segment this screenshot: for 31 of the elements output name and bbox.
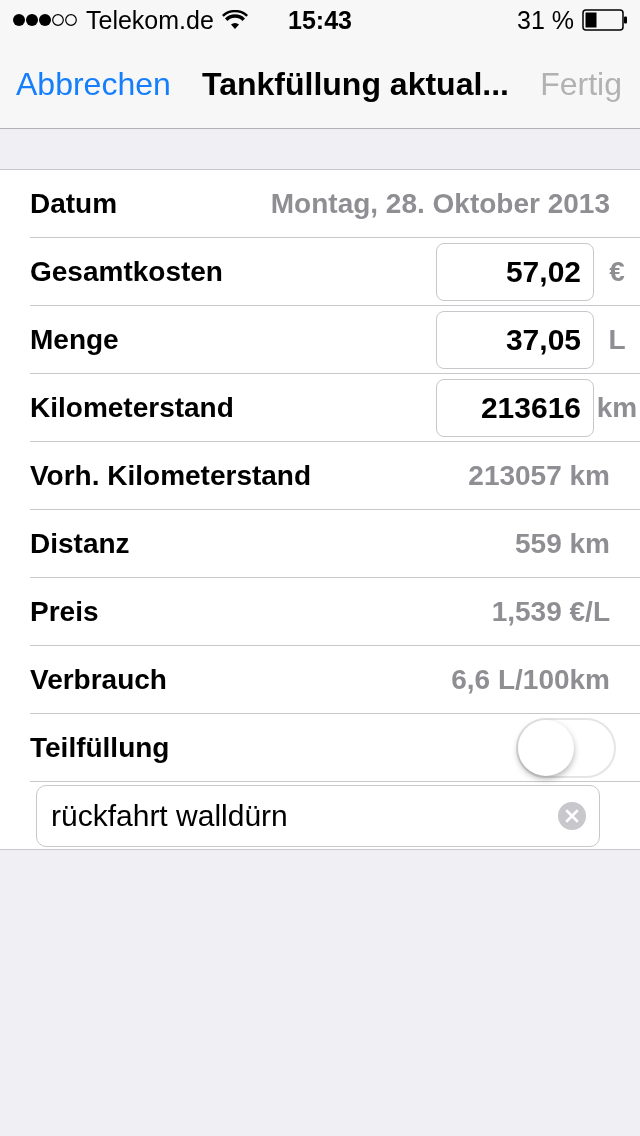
row-value: 1,539 €/L bbox=[491, 595, 610, 628]
row-value: 213057 km bbox=[468, 459, 610, 492]
row-label: Distanz bbox=[30, 527, 131, 560]
row-label: Preis bbox=[30, 595, 100, 628]
row-label: Menge bbox=[30, 323, 120, 356]
unit-label: km bbox=[595, 391, 639, 424]
input-field[interactable]: 57,02 bbox=[436, 242, 594, 301]
wifi-icon bbox=[221, 10, 248, 30]
row-label: Verbrauch bbox=[30, 663, 168, 696]
row-label: Gesamtkosten bbox=[30, 255, 224, 288]
input-field[interactable]: 213616 bbox=[436, 378, 594, 437]
row-label: Kilometerstand bbox=[30, 391, 235, 424]
row-label: Vorh. Kilometerstand bbox=[30, 459, 313, 492]
row-value: 559 km bbox=[515, 527, 610, 560]
row-label: Datum bbox=[30, 187, 119, 220]
toggle-switch[interactable] bbox=[516, 717, 616, 778]
row-value: 6,6 L/100km bbox=[451, 663, 610, 696]
cancel-button[interactable]: Abbrechen bbox=[16, 65, 171, 103]
note-field[interactable]: rückfahrt walldürn bbox=[36, 784, 600, 847]
battery-percent: 31 % bbox=[517, 5, 574, 35]
row-label: Teilfüllung bbox=[30, 731, 171, 764]
clear-icon[interactable] bbox=[558, 801, 586, 830]
battery-icon bbox=[582, 9, 628, 31]
clock: 15:43 bbox=[288, 5, 352, 35]
carrier-name: Telekom.de bbox=[86, 5, 214, 35]
row-value: Montag, 28. Oktober 2013 bbox=[270, 187, 610, 220]
input-field[interactable]: 37,05 bbox=[436, 310, 594, 369]
unit-label: € bbox=[608, 255, 626, 288]
nav-title: Tankfüllung aktual... bbox=[202, 65, 509, 103]
unit-label: L bbox=[607, 323, 627, 356]
signal-icon bbox=[12, 13, 78, 27]
